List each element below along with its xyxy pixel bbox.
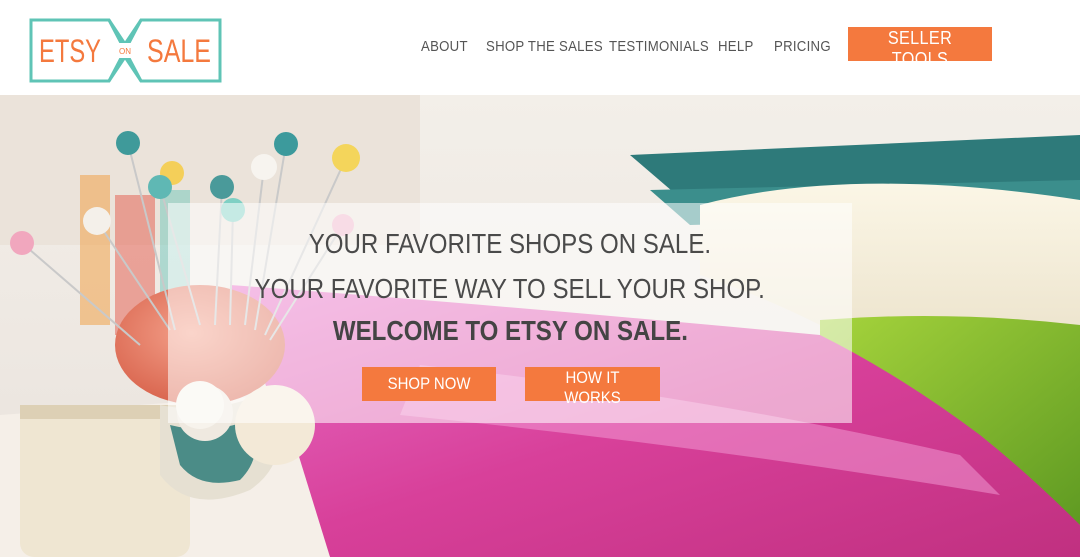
how-it-works-label: HOW IT WORKS (564, 368, 621, 407)
nav-shop-the-sales[interactable]: SHOP THE SALES (486, 38, 603, 55)
hero-section: YOUR FAVORITE SHOPS ON SALE. YOUR FAVORI… (0, 95, 1080, 557)
how-it-works-button[interactable]: HOW IT WORKS (525, 367, 660, 407)
nav-help[interactable]: HELP (718, 38, 754, 55)
seller-tools-button[interactable]: SELLER TOOLS (848, 27, 992, 69)
shop-now-button[interactable]: SHOP NOW (362, 367, 496, 401)
nav-about[interactable]: ABOUT (421, 38, 468, 55)
hero-welcome-heading: WELCOME TO ETSY ON SALE. (332, 315, 688, 346)
shop-now-label: SHOP NOW (387, 374, 471, 393)
hero-text-panel: YOUR FAVORITE SHOPS ON SALE. YOUR FAVORI… (168, 203, 852, 423)
hero-tagline-2: YOUR FAVORITE WAY TO SELL YOUR SHOP. (254, 273, 766, 304)
nav-pricing[interactable]: PRICING (774, 38, 831, 55)
nav-testimonials[interactable]: TESTIMONIALS (609, 38, 709, 55)
seller-tools-label: SELLER TOOLS (887, 28, 953, 69)
site-header: ETSY ON SALE ABOUT SHOP THE SALES TESTIM… (0, 0, 1080, 95)
hero-tagline-1: YOUR FAVORITE SHOPS ON SALE. (308, 228, 712, 259)
